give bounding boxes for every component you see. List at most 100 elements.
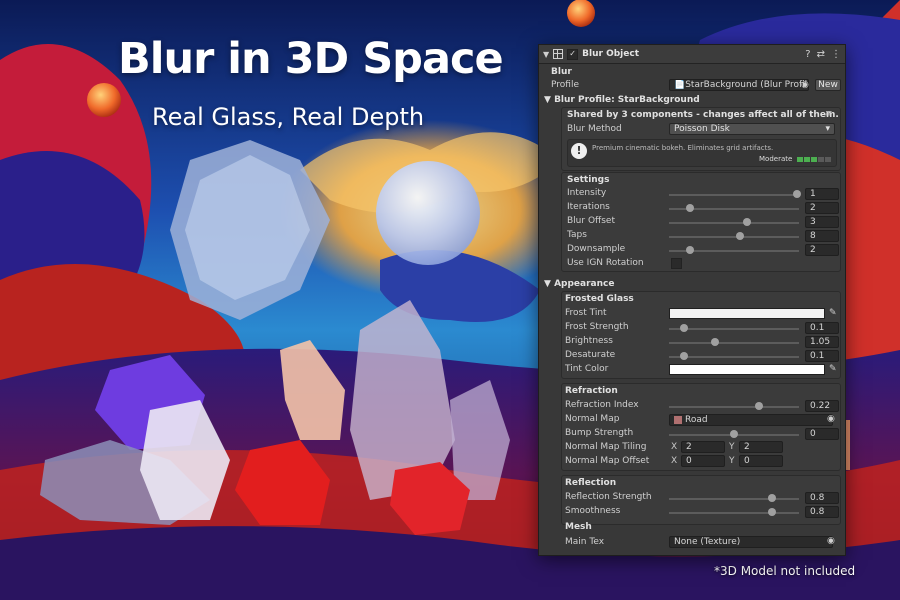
normal-map-value: Road [685,415,708,425]
normal-map-label: Normal Map [565,414,620,424]
reflection-strength-knob[interactable] [767,494,776,502]
frosted-header: Frosted Glass [565,294,634,304]
reflection-strength-label: Reflection Strength [565,492,652,502]
quality-meter [797,157,831,162]
blur-method-label: Blur Method [567,124,622,134]
offset-label: Normal Map Offset [565,456,650,466]
settings-header: Settings [567,175,610,185]
tiling-x-field[interactable]: 2 [681,441,725,453]
bump-strength-label: Bump Strength [565,428,634,438]
setting-taps-slider[interactable] [669,236,799,238]
help-icon[interactable]: ? [805,49,810,60]
frost-tint-label: Frost Tint [565,308,607,318]
profile-asset-icon: 📄 [674,80,686,90]
chevron-down-icon: ▾ [825,124,830,134]
setting-blur-offset-slider[interactable] [669,222,799,224]
smoothness-field[interactable]: 0.8 [805,506,839,518]
object-picker-icon[interactable]: ◉ [827,414,835,424]
setting-blur-offset-knob[interactable] [742,218,751,226]
profile-label: Profile [551,80,579,90]
setting-iterations-knob[interactable] [685,204,694,212]
frost-brightness-slider[interactable] [669,342,799,344]
eyedropper-icon[interactable]: ✎ [829,364,837,374]
setting-downsample-knob[interactable] [685,246,694,254]
setting-downsample-field[interactable]: 2 [805,244,839,256]
smoothness-knob[interactable] [767,508,776,516]
main-tex-field[interactable]: None (Texture) [669,536,833,548]
footnote: *3D Model not included [714,564,856,578]
quality-segment [797,157,803,162]
offset-x-field[interactable]: 0 [681,455,725,467]
frost-desaturate-knob[interactable] [679,352,688,360]
profile-field[interactable]: 📄StarBackground (Blur Profile) [669,79,809,91]
quality-label: Moderate [759,155,793,163]
tint-color-label: Tint Color [565,364,609,374]
info-text: Premium cinematic bokeh. Eliminates grid… [592,144,774,152]
component-header[interactable]: ▼ ✓ Blur Object ? ⇄ ⋮ [539,45,845,64]
profile-header-label: Blur Profile: StarBackground [554,95,700,105]
smoothness-slider[interactable] [669,512,799,514]
offset-y-field[interactable]: 0 [739,455,783,467]
tiling-x-label: X [671,442,678,452]
tiling-label: Normal Map Tiling [565,442,647,452]
reflection-header: Reflection [565,478,617,488]
bump-strength-field[interactable]: 0 [805,428,839,440]
quality-segment [811,157,817,162]
object-picker-icon[interactable]: ◉ [801,80,809,90]
hero-subtitle: Real Glass, Real Depth [152,103,425,131]
frost-brightness-label: Brightness [565,336,613,346]
quality-segment [804,157,810,162]
mesh-header: Mesh [565,522,592,532]
warning-icon: ! [571,143,587,159]
frost-brightness-field[interactable]: 1.05 [805,336,839,348]
refraction-index-slider[interactable] [669,406,799,408]
setting-intensity-slider[interactable] [669,194,799,196]
tiling-y-label: Y [729,442,735,452]
list-menu-icon[interactable]: ≡ [825,109,833,119]
setting-iterations-field[interactable]: 2 [805,202,839,214]
hero-title: Blur in 3D Space [118,34,504,84]
menu-dots-icon[interactable]: ⋮ [831,49,841,60]
ign-rotation-label: Use IGN Rotation [567,258,644,268]
setting-iterations-label: Iterations [567,202,610,212]
frost-frost-strength-field[interactable]: 0.1 [805,322,839,334]
inspector-panel: ▼ ✓ Blur Object ? ⇄ ⋮ Blur Profile 📄Star… [538,44,846,556]
tiling-y-field[interactable]: 2 [739,441,783,453]
new-profile-button[interactable]: New [815,79,841,91]
shared-note: Shared by 3 components - changes affect … [567,110,839,120]
frost-frost-strength-knob[interactable] [679,324,688,332]
setting-blur-offset-label: Blur Offset [567,216,615,226]
offset-y-label: Y [729,456,735,466]
normal-map-field[interactable]: Road [669,414,833,426]
ign-rotation-checkbox[interactable] [671,258,682,269]
main-tex-label: Main Tex [565,537,605,547]
object-picker-icon[interactable]: ◉ [827,536,835,546]
blur-section-label: Blur [551,67,572,77]
bump-strength-knob[interactable] [730,430,738,438]
frost-desaturate-field[interactable]: 0.1 [805,350,839,362]
foldout-arrow-icon[interactable]: ▼ [543,50,549,59]
settings-icon[interactable]: ⇄ [817,49,825,60]
setting-intensity-knob[interactable] [793,190,801,198]
appearance-label: Appearance [554,279,615,289]
quality-segment [825,157,831,162]
appearance-foldout[interactable]: ▼ Appearance [544,279,614,289]
profile-value: StarBackground (Blur Profile) [685,80,809,90]
reflection-strength-field[interactable]: 0.8 [805,492,839,504]
reflection-strength-slider[interactable] [669,498,799,500]
profile-foldout[interactable]: ▼ Blur Profile: StarBackground [544,95,700,105]
refraction-header: Refraction [565,386,618,396]
setting-taps-field[interactable]: 8 [805,230,839,242]
refraction-index-field[interactable]: 0.22 [805,400,839,412]
blur-method-dropdown[interactable]: Poisson Disk ▾ [669,123,835,135]
setting-blur-offset-field[interactable]: 3 [805,216,839,228]
frost-desaturate-slider[interactable] [669,356,799,358]
tint-color-field[interactable] [669,364,825,375]
frost-tint-color-field[interactable] [669,308,825,319]
component-enabled-checkbox[interactable]: ✓ [567,48,579,60]
frost-frost-strength-slider[interactable] [669,328,799,330]
offset-x-label: X [671,456,678,466]
refraction-index-label: Refraction Index [565,400,639,410]
eyedropper-icon[interactable]: ✎ [829,308,837,318]
setting-intensity-field[interactable]: 1 [805,188,839,200]
